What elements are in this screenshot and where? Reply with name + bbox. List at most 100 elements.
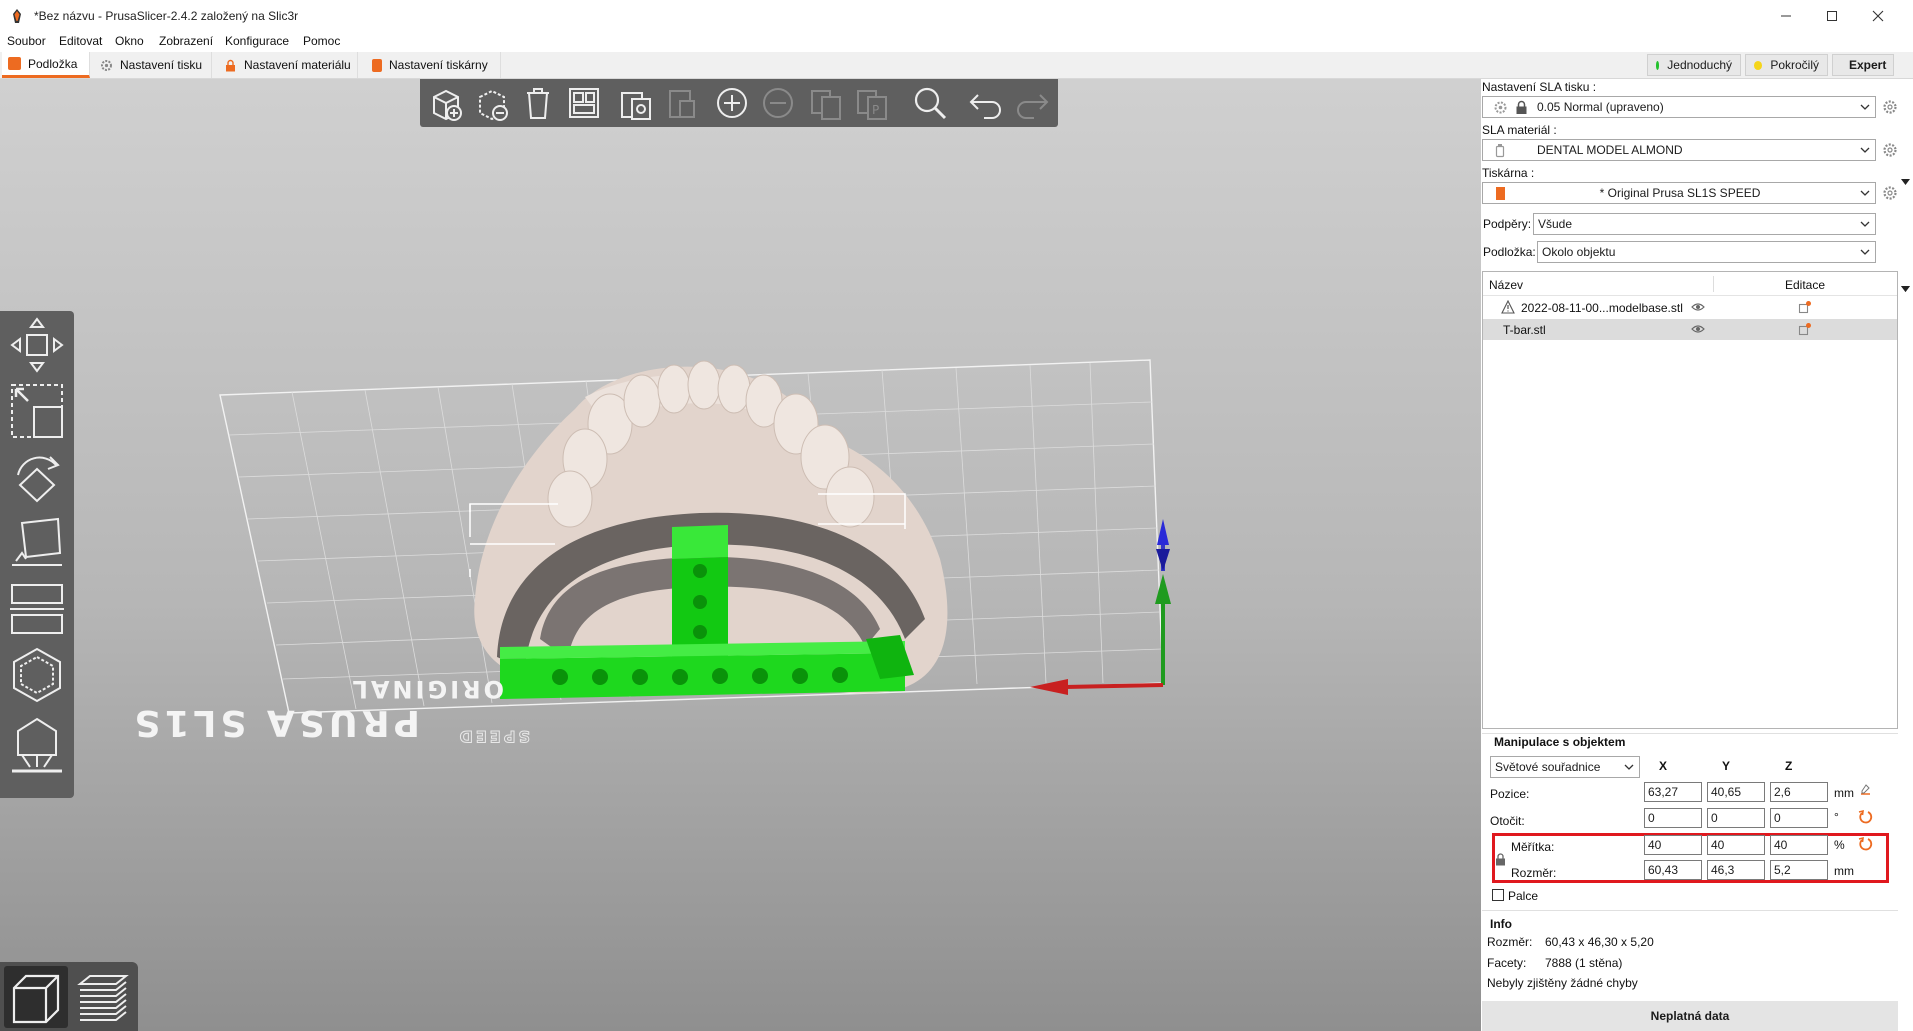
cut-icon[interactable]	[8, 579, 66, 639]
edit-settings-icon[interactable]	[1798, 300, 1812, 314]
list-item-modelbase[interactable]: 2022-08-11-00...modelbase.stl	[1483, 297, 1897, 318]
cube-view-icon	[12, 974, 60, 1024]
add-object-icon[interactable]	[426, 83, 466, 123]
add-instance-icon[interactable]	[712, 83, 752, 123]
minimize-button[interactable]	[1763, 0, 1809, 32]
undo-icon[interactable]	[966, 83, 1006, 123]
sla-support-points-icon[interactable]	[8, 713, 66, 777]
chevron-down-icon	[1860, 104, 1870, 110]
size-x-field[interactable]: 60,43	[1644, 860, 1702, 880]
preview-button[interactable]	[70, 966, 134, 1028]
hollow-icon[interactable]	[8, 645, 66, 705]
move-icon[interactable]	[8, 315, 66, 375]
material-settings-gear-icon[interactable]	[1882, 142, 1898, 158]
scale-y-field[interactable]: 40	[1707, 835, 1765, 855]
tab-nastaveni-tiskarny[interactable]: Nastavení tiskárny	[366, 52, 501, 78]
eye-icon[interactable]	[1691, 324, 1705, 334]
rotation-x-field[interactable]: 0	[1644, 808, 1702, 828]
tab-bar: Podložka Nastavení tisku Nastavení mater…	[0, 52, 1913, 79]
print-settings-gear-icon[interactable]	[1882, 99, 1898, 115]
search-icon[interactable]	[910, 83, 950, 123]
material-preset-value: DENTAL MODEL ALMOND	[1537, 143, 1683, 157]
edit-settings-icon[interactable]	[1798, 322, 1812, 336]
close-button[interactable]	[1855, 0, 1901, 32]
reset-rotation-icon[interactable]	[1858, 809, 1873, 824]
bed-logo-text: ORIGINAL PRUSA SL1S SPEED	[130, 675, 530, 747]
3d-view-button[interactable]	[4, 966, 68, 1028]
rotate-icon[interactable]	[8, 447, 66, 507]
position-x-field[interactable]: 63,27	[1644, 782, 1702, 802]
axis-x-label: X	[1659, 759, 1668, 773]
mode-advanced-button[interactable]: Pokročilý	[1745, 54, 1828, 76]
arrange-icon[interactable]	[564, 83, 604, 123]
position-z-field[interactable]: 2,6	[1770, 782, 1828, 802]
column-divider	[1713, 276, 1714, 292]
bed-text-speed: SPEED	[457, 727, 530, 746]
redo-icon	[1017, 94, 1049, 119]
axis-z-label: Z	[1785, 759, 1793, 773]
delete-object-icon[interactable]	[472, 83, 512, 123]
close-icon	[1872, 10, 1884, 22]
scroll-down-icon[interactable]	[1901, 178, 1910, 186]
pad-label: Podložka:	[1483, 245, 1536, 259]
3d-viewport[interactable]: ORIGINAL PRUSA SL1S SPEED P	[0, 79, 1481, 1031]
eye-icon[interactable]	[1691, 302, 1705, 312]
place-on-face-icon[interactable]	[8, 513, 66, 573]
printer-settings-gear-icon[interactable]	[1882, 185, 1898, 201]
object-list[interactable]: Název Editace 2022-08-11-00...modelbase.…	[1482, 271, 1898, 729]
print-preset-combo[interactable]: 0.05 Normal (upraveno)	[1482, 96, 1876, 118]
paste-icon	[669, 90, 695, 118]
menu-soubor[interactable]: Soubor	[7, 34, 46, 48]
object-name: T-bar.stl	[1503, 323, 1546, 337]
position-label: Pozice:	[1490, 787, 1530, 801]
scene-canvas: ORIGINAL PRUSA SL1S SPEED	[130, 359, 1171, 747]
menu-editovat[interactable]: Editovat	[59, 34, 102, 48]
menu-okno[interactable]: Okno	[115, 34, 144, 48]
menu-konfigurace[interactable]: Konfigurace	[225, 34, 289, 48]
tab-podlozka[interactable]: Podložka	[2, 52, 90, 78]
pad-combo[interactable]: Okolo objektu	[1537, 241, 1876, 263]
uniform-scale-lock-icon[interactable]	[1495, 853, 1506, 866]
rotation-z-field[interactable]: 0	[1770, 808, 1828, 828]
menu-zobrazeni[interactable]: Zobrazení	[159, 34, 213, 48]
scale-z-field[interactable]: 40	[1770, 835, 1828, 855]
tab-nastaveni-tisku[interactable]: Nastavení tisku	[94, 52, 212, 78]
material-preset-combo[interactable]: DENTAL MODEL ALMOND	[1482, 139, 1876, 161]
position-y-field[interactable]: 40,65	[1707, 782, 1765, 802]
top-toolbar: P	[420, 79, 1058, 127]
chevron-down-icon	[1860, 249, 1870, 255]
supports-combo[interactable]: Všude	[1533, 213, 1876, 235]
printer-preset-value: * Original Prusa SL1S SPEED	[1599, 186, 1761, 200]
mode-expert-button[interactable]: Expert	[1832, 54, 1894, 76]
maximize-button[interactable]	[1809, 0, 1855, 32]
sidebar-scrollbar[interactable]	[1898, 79, 1913, 1031]
mode-label: Expert	[1849, 58, 1887, 72]
printer-preset-combo[interactable]: * Original Prusa SL1S SPEED	[1482, 182, 1876, 204]
size-y-field[interactable]: 46,3	[1707, 860, 1765, 880]
mode-label: Jednoduchý	[1667, 58, 1732, 72]
col-name-header: Název	[1489, 278, 1524, 292]
plater-icon	[8, 57, 21, 70]
size-z-field[interactable]: 5,2	[1770, 860, 1828, 880]
invalid-data-button[interactable]: Neplatná data	[1482, 1001, 1898, 1031]
reset-scale-icon[interactable]	[1858, 836, 1873, 851]
col-edit-header: Editace	[1785, 278, 1826, 292]
list-item-t-bar[interactable]: T-bar.stl	[1483, 319, 1897, 340]
scroll-down-icon[interactable]	[1901, 285, 1910, 293]
pad-value: Okolo objektu	[1542, 245, 1616, 259]
coordinate-system-combo[interactable]: Světové souřadnice	[1490, 756, 1640, 778]
inches-checkbox[interactable]	[1492, 889, 1504, 901]
scale-icon[interactable]	[8, 381, 66, 441]
copy-icon[interactable]	[616, 83, 656, 123]
delete-all-icon[interactable]	[518, 83, 558, 123]
rotation-y-field[interactable]: 0	[1707, 808, 1765, 828]
menu-pomoc[interactable]: Pomoc	[303, 34, 340, 48]
scale-x-field[interactable]: 40	[1644, 835, 1702, 855]
tab-nastaveni-materialu[interactable]: Nastavení materiálu	[218, 52, 358, 78]
drop-to-bed-icon[interactable]	[1858, 783, 1872, 797]
tab-label: Nastavení tiskárny	[389, 58, 488, 72]
print-preset-label: Nastavení SLA tisku :	[1482, 80, 1597, 94]
supports-value: Všude	[1538, 217, 1573, 231]
info-errors-text: Nebyly zjištěny žádné chyby	[1487, 976, 1638, 990]
mode-simple-button[interactable]: Jednoduchý	[1647, 54, 1741, 76]
